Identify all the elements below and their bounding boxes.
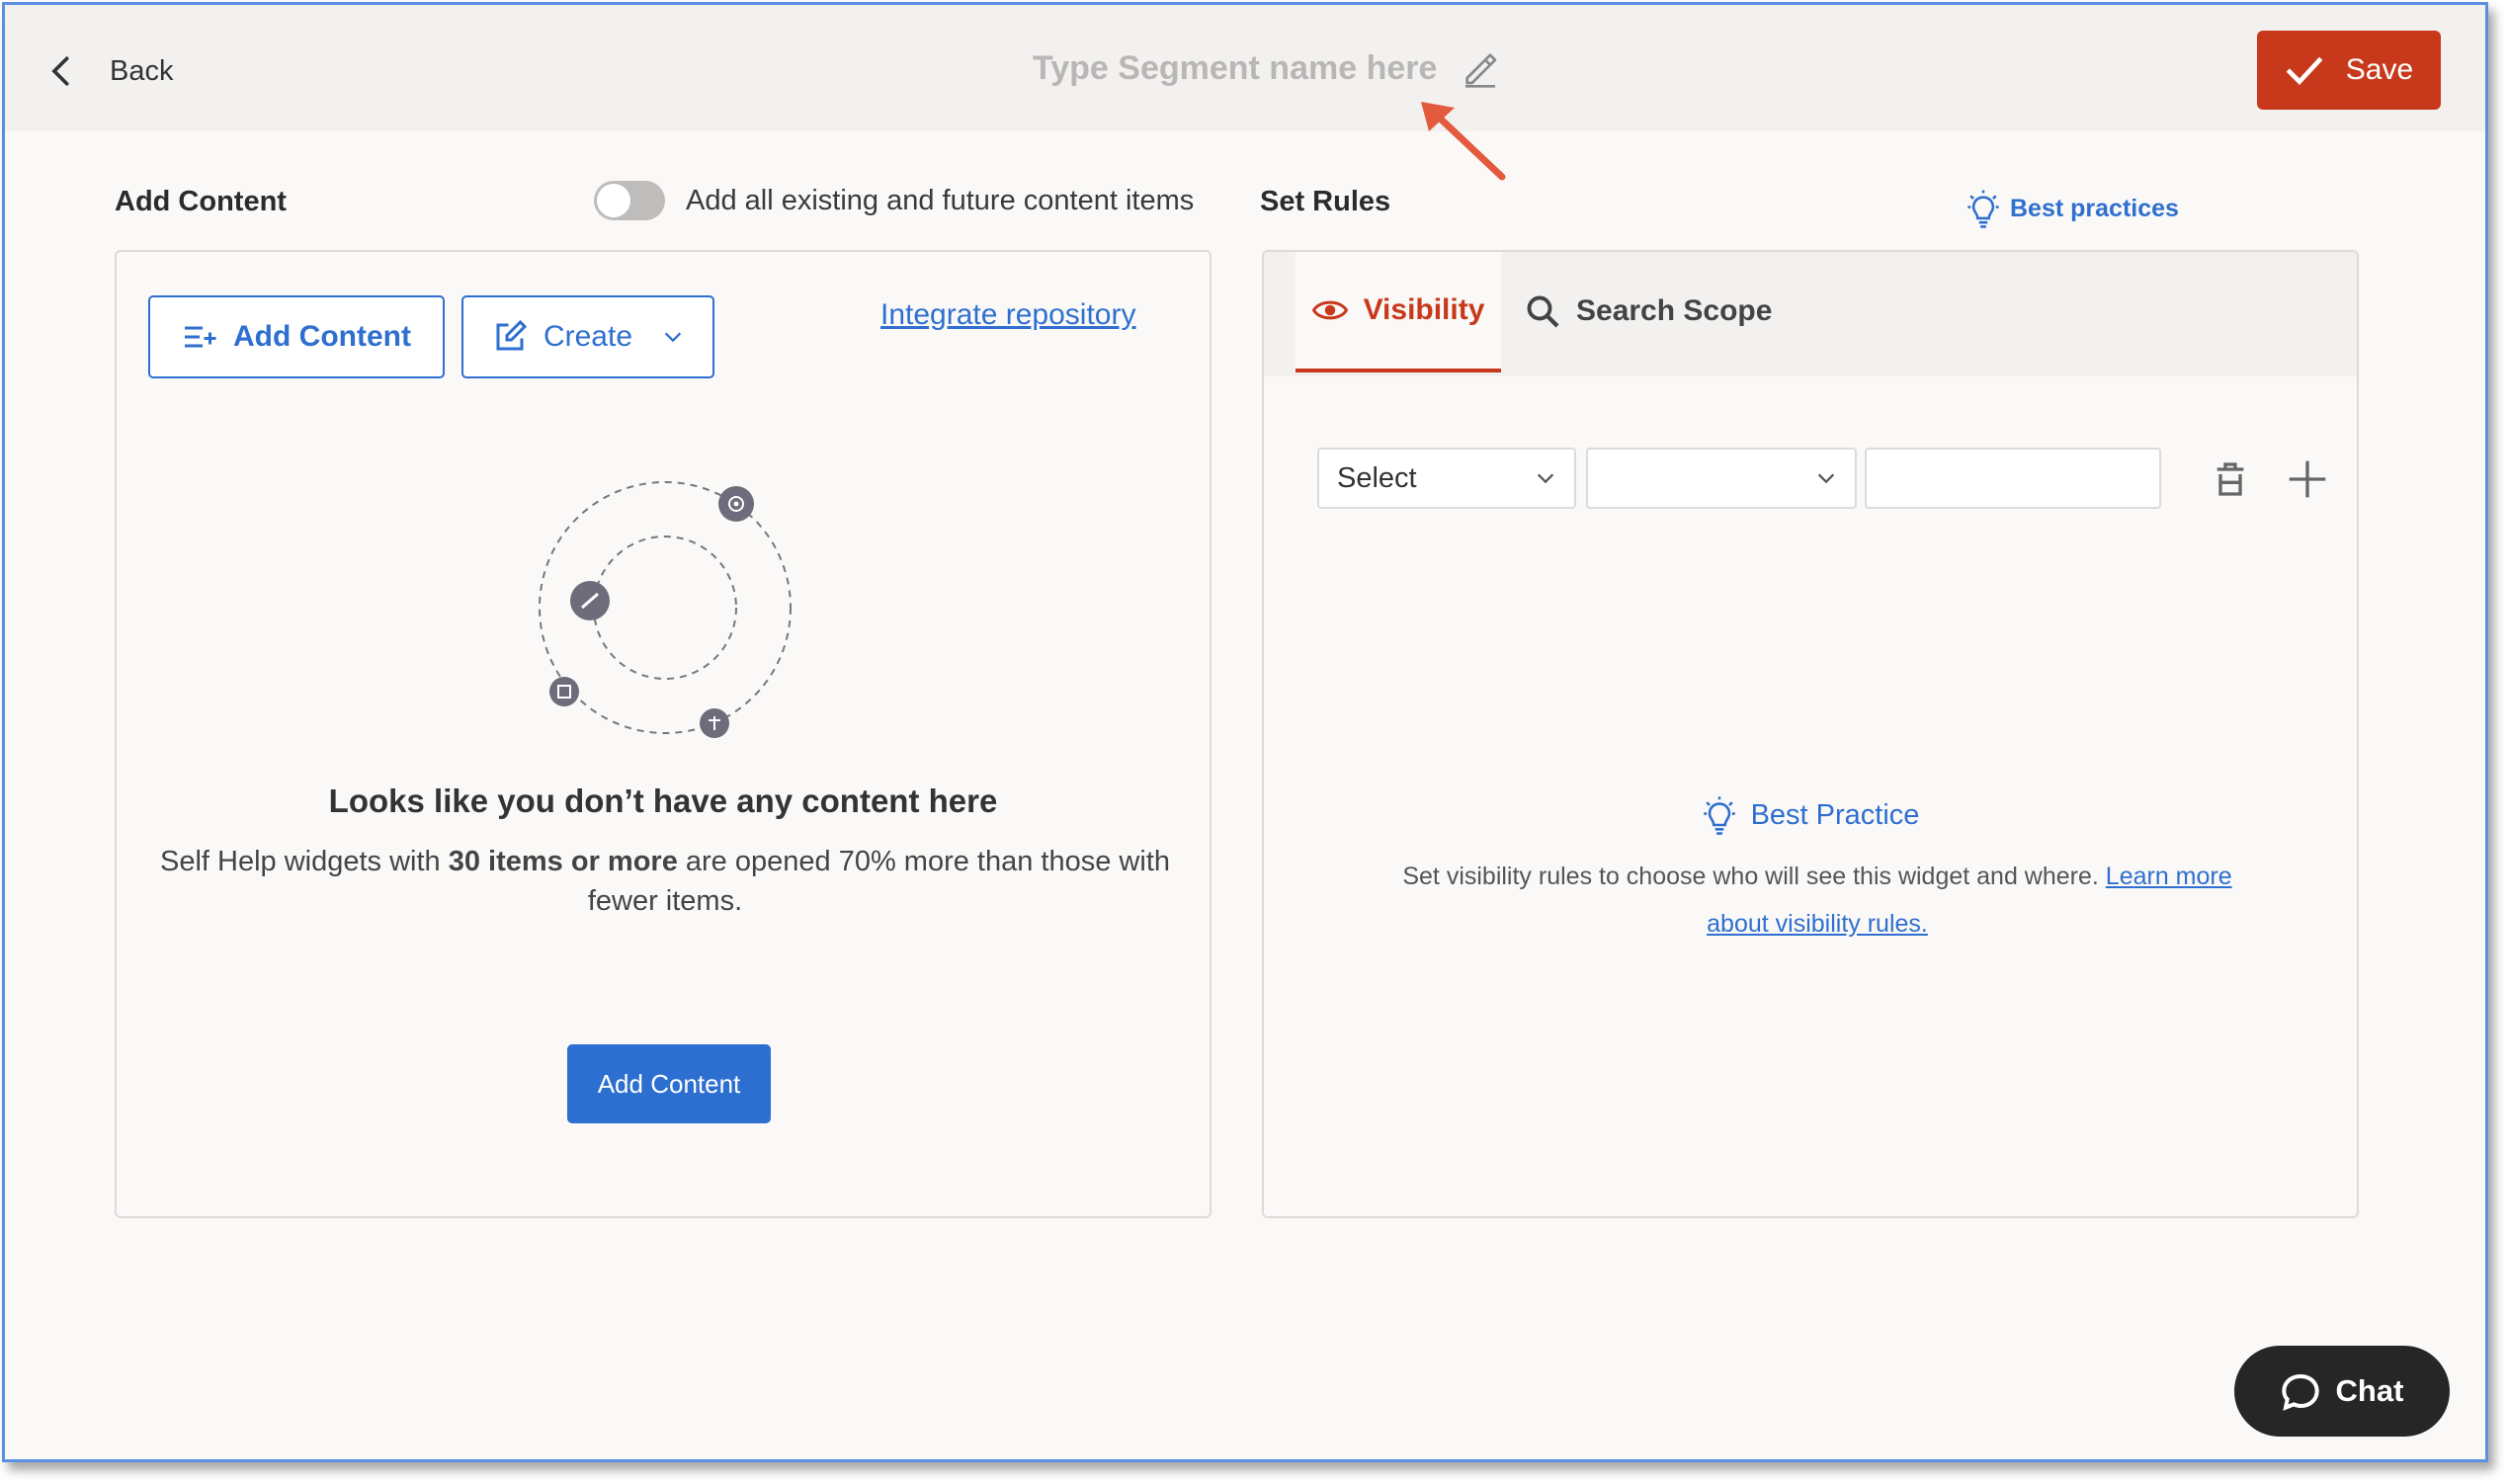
list-add-icon — [185, 326, 216, 348]
add-all-content-toggle[interactable] — [594, 181, 665, 220]
chevron-down-icon — [1537, 473, 1554, 484]
add-content-heading: Add Content — [115, 186, 287, 217]
chevron-down-icon — [1817, 473, 1835, 484]
rules-tabs: Visibility Search Scope — [1264, 252, 2357, 376]
best-practice-text: Set visibility rules to choose who will … — [1382, 853, 2252, 948]
checkmark-icon — [2286, 56, 2323, 86]
rule-field-select-value: Select — [1337, 461, 1417, 494]
empty-desc-pre: Self Help widgets with — [159, 846, 449, 877]
rule-field-select[interactable]: Select — [1317, 448, 1576, 509]
save-label: Save — [2345, 53, 2414, 86]
add-all-content-label: Add all existing and future content item… — [686, 185, 1195, 216]
lightbulb-icon — [1703, 796, 1735, 835]
tab-visibility[interactable]: Visibility — [1296, 252, 1501, 372]
trash-icon[interactable] — [2211, 459, 2250, 499]
edit-square-icon — [496, 319, 528, 351]
add-rule-plus-icon[interactable] — [2288, 459, 2327, 499]
chevron-down-icon — [664, 332, 682, 343]
add-content-panel: Add Content Create Integrate repository … — [115, 250, 1212, 1218]
search-icon — [1527, 295, 1559, 328]
best-practice-description: Set visibility rules to choose who will … — [1402, 863, 2106, 890]
integrate-repository-link[interactable]: Integrate repository — [880, 298, 1135, 332]
annotation-arrow-icon — [1421, 102, 1506, 181]
top-bar: Back Type Segment name here Save — [5, 5, 2485, 131]
empty-state-illustration-icon — [539, 481, 792, 738]
chat-label: Chat — [2335, 1373, 2404, 1408]
best-practice-title: Best Practice — [1264, 795, 2357, 835]
segment-name-placeholder[interactable]: Type Segment name here — [1033, 49, 1437, 88]
create-button-label: Create — [543, 320, 633, 353]
save-button[interactable]: Save — [2257, 31, 2441, 110]
best-practice-title-label: Best Practice — [1750, 798, 1920, 831]
pencil-icon[interactable] — [1461, 48, 1500, 88]
tab-search-scope[interactable]: Search Scope — [1525, 252, 1772, 371]
empty-state-description: Self Help widgets with 30 items or more … — [146, 842, 1184, 921]
add-content-button[interactable]: Add Content — [148, 295, 445, 378]
back-button[interactable]: Back — [46, 54, 173, 88]
empty-state-title: Looks like you don’t have any content he… — [328, 783, 998, 819]
rule-value-input[interactable] — [1865, 448, 2161, 509]
lightbulb-icon — [1967, 190, 1999, 228]
eye-icon — [1311, 300, 1348, 320]
add-content-button-label: Add Content — [233, 320, 411, 353]
app-window: Back Type Segment name here Save Add Con… — [2, 2, 2488, 1462]
best-practices-link[interactable]: Best practices — [1966, 189, 2179, 228]
chevron-left-icon — [51, 56, 69, 86]
rule-operator-select[interactable] — [1586, 448, 1857, 509]
set-rules-heading: Set Rules — [1260, 186, 1391, 217]
chat-button[interactable]: Chat — [2234, 1346, 2450, 1437]
back-label: Back — [110, 54, 174, 87]
empty-desc-bold: 30 items or more — [448, 846, 678, 877]
tab-search-scope-label: Search Scope — [1576, 294, 1773, 327]
create-dropdown-button[interactable]: Create — [461, 295, 714, 378]
chat-bubble-icon — [2281, 1373, 2319, 1411]
best-practices-label: Best practices — [2010, 194, 2179, 222]
segment-name-field[interactable]: Type Segment name here — [1033, 48, 1500, 88]
set-rules-panel: Visibility Search Scope Select Best Prac… — [1262, 250, 2359, 1218]
add-content-primary-button[interactable]: Add Content — [567, 1044, 771, 1123]
tab-visibility-label: Visibility — [1363, 293, 1485, 326]
